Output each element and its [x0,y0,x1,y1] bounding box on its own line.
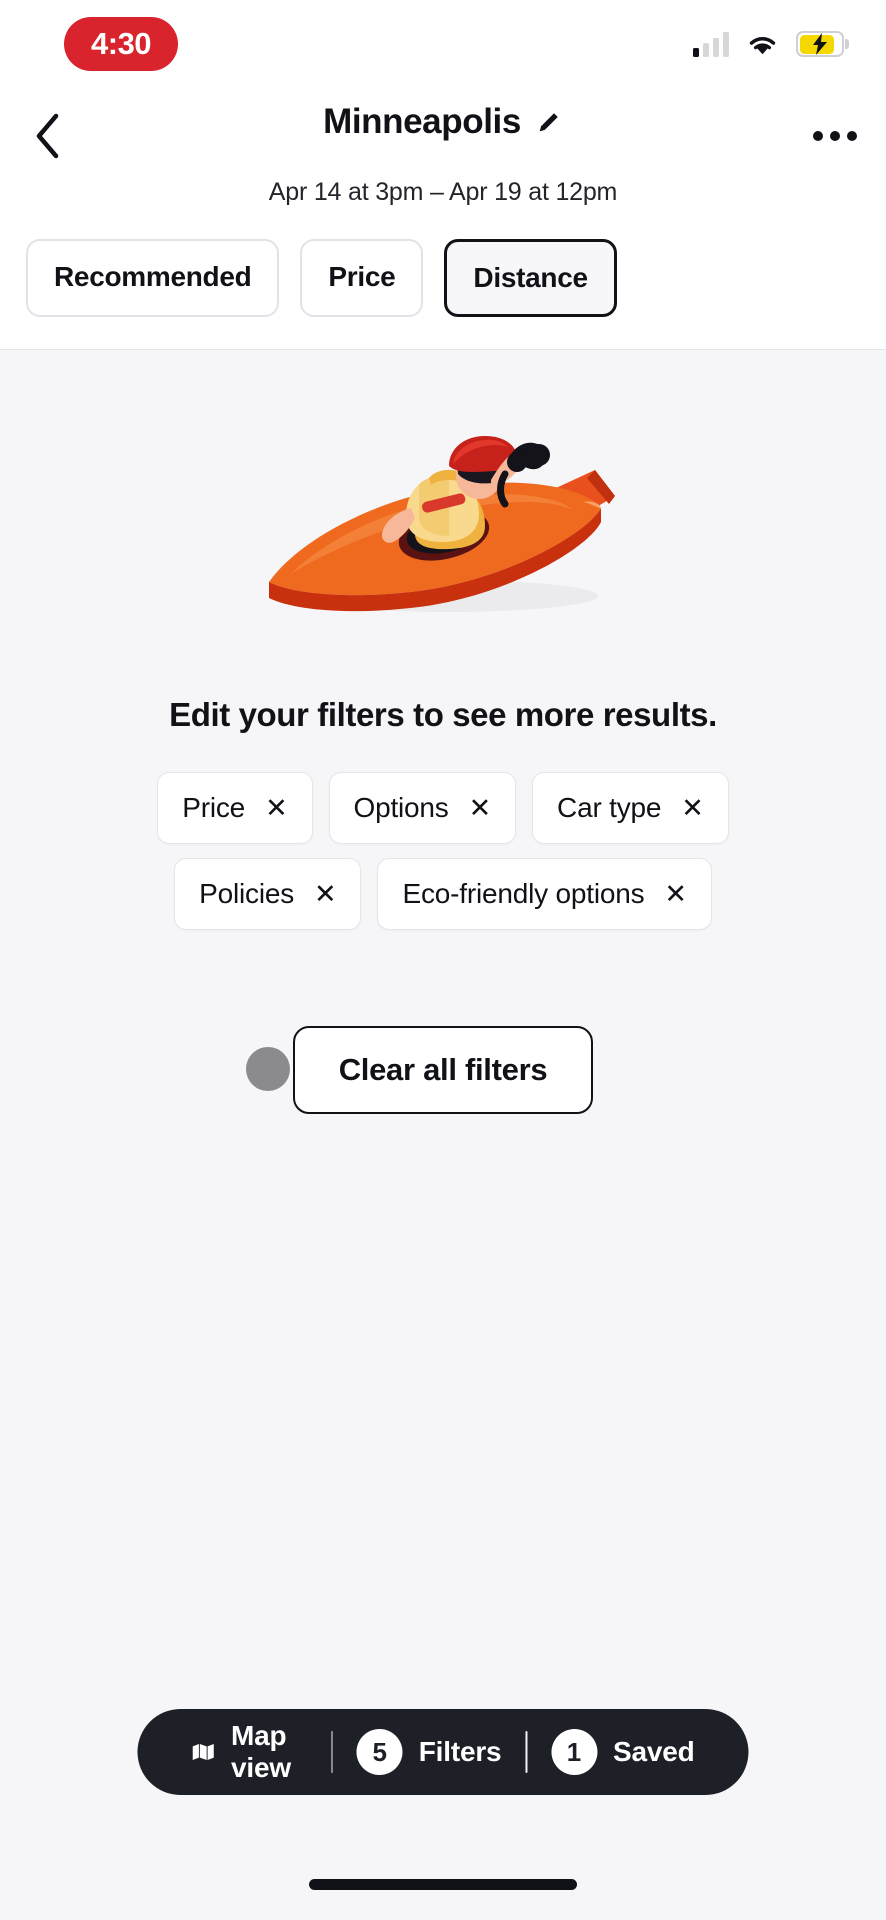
filter-chip-policies[interactable]: Policies ✕ [174,858,362,930]
saved-label: Saved [613,1736,695,1767]
folded-map-icon [192,1743,214,1761]
close-x-icon[interactable]: ✕ [265,794,288,822]
clear-all-filters-button[interactable]: Clear all filters [292,1026,594,1114]
active-filters-list: Price ✕ Options ✕ Car type ✕ Policies ✕ … [133,772,753,930]
filter-chip-label: Options [353,792,449,823]
filter-chip-label: Policies [199,878,295,909]
saved-count-badge: 1 [551,1729,598,1775]
filters-label: Filters [418,1736,502,1767]
more-options-icon [847,131,857,141]
close-x-icon[interactable]: ✕ [469,794,492,822]
saved-button[interactable]: 1 Saved [527,1729,719,1775]
filter-chip-eco-friendly-options[interactable]: Eco-friendly options ✕ [377,858,712,930]
tab-recommended[interactable]: Recommended [26,239,280,317]
kayaker-with-binoculars-illustration [243,384,643,634]
phone-screen: 4:30 Minneapolis Apr 14 at 3pm – Apr 19 … [0,0,886,1920]
empty-state-body: Edit your filters to see more results. P… [0,350,886,1778]
filter-chip-label: Eco-friendly options [402,878,645,909]
more-options-button[interactable] [804,105,866,167]
tab-price[interactable]: Price [300,239,424,317]
map-view-button[interactable]: Map view [167,1720,331,1784]
close-x-icon[interactable]: ✕ [664,880,687,908]
map-view-label: Map view [231,1720,291,1783]
bottom-action-bar: Map view 5 Filters 1 Saved [137,1709,749,1795]
close-x-icon[interactable]: ✕ [681,794,704,822]
filter-chip-label: Car type [557,792,662,823]
battery-charging-icon [796,31,849,57]
close-x-icon[interactable]: ✕ [314,880,337,908]
divider [525,1731,528,1773]
wifi-icon [749,36,776,54]
status-indicators [692,31,849,57]
pointer-dot [246,1047,290,1091]
filter-chip-options[interactable]: Options ✕ [328,772,517,844]
more-options-icon [830,131,840,141]
pencil-edit-icon[interactable] [535,108,563,136]
page-title: Minneapolis [323,102,521,141]
sort-tab-bar: Recommended Price Distance [0,213,886,350]
filters-button[interactable]: 5 Filters [333,1729,526,1775]
status-clock: 4:30 [64,17,179,71]
location-title-group[interactable]: Minneapolis [0,102,886,142]
more-options-icon [813,131,823,141]
tab-distance[interactable]: Distance [444,239,617,317]
empty-state-headline: Edit your filters to see more results. [169,696,717,733]
filter-chip-label: Price [182,792,246,823]
page-header: Minneapolis Apr 14 at 3pm – Apr 19 at 12… [0,88,886,213]
filter-chip-price[interactable]: Price ✕ [157,772,313,844]
cellular-signal-icon [692,31,729,57]
home-indicator [309,1879,577,1890]
filters-count-badge: 5 [356,1729,403,1775]
filter-chip-car-type[interactable]: Car type ✕ [532,772,729,844]
status-bar: 4:30 [0,0,886,88]
